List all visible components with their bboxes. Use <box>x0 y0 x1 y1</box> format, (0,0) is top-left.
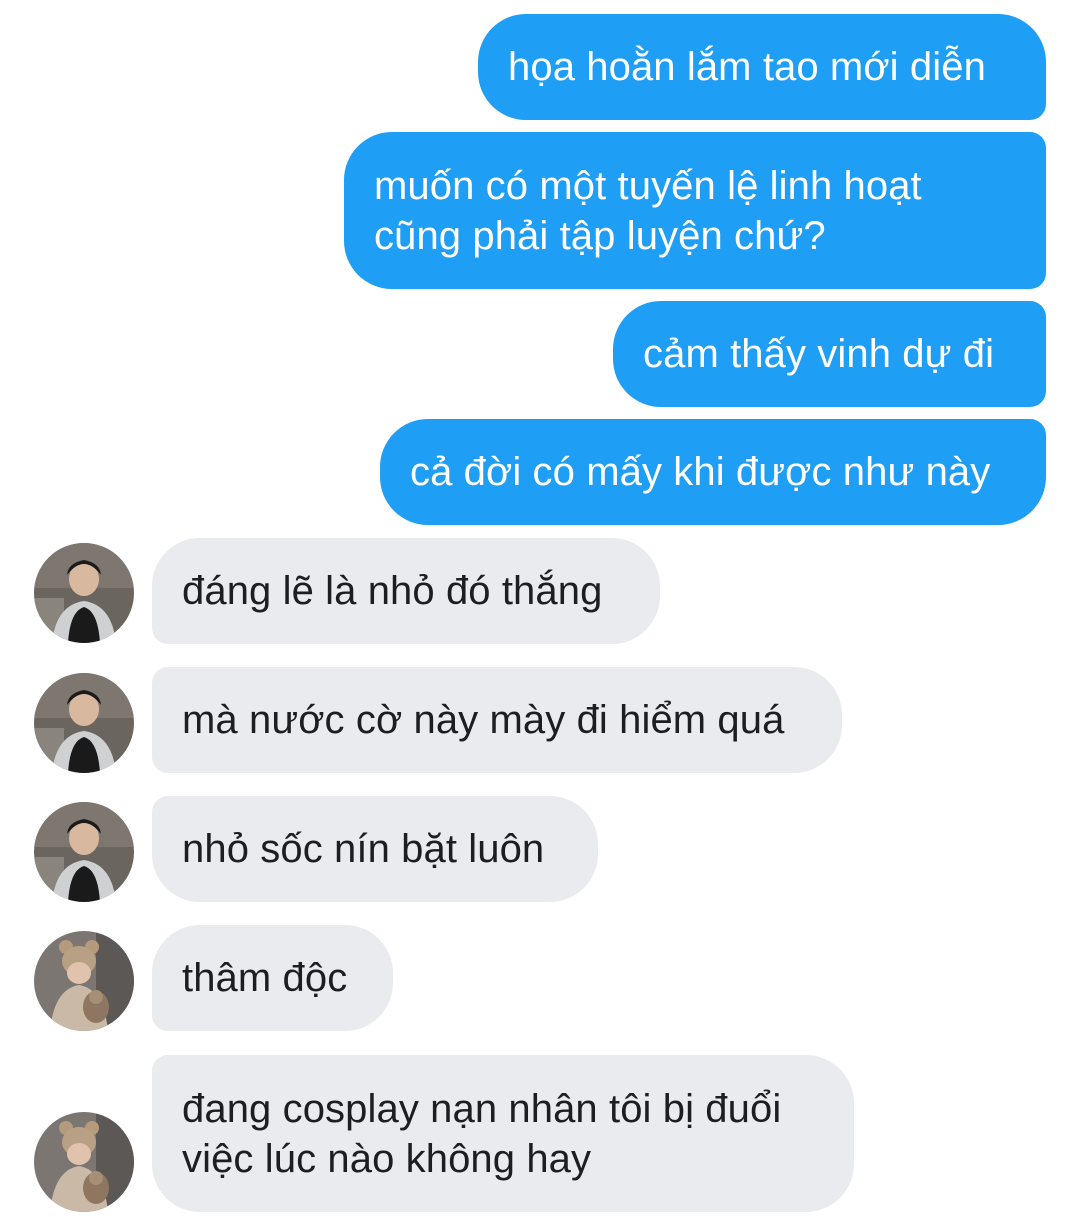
sent-message-bubble[interactable]: họa hoằn lắm tao mới diễn <box>478 14 1046 120</box>
avatar-boy-photo[interactable] <box>34 802 134 902</box>
sent-message-bubble[interactable]: cảm thấy vinh dự đi <box>613 301 1046 407</box>
avatar-boy-photo[interactable] <box>34 543 134 643</box>
sent-message-bubble[interactable]: muốn có một tuyến lệ linh hoạt cũng phải… <box>344 132 1046 289</box>
avatar-bear-hat-photo[interactable] <box>34 1112 134 1212</box>
received-message-bubble[interactable]: nhỏ sốc nín bặt luôn <box>152 796 598 902</box>
received-message-bubble[interactable]: thâm độc <box>152 925 393 1031</box>
avatar-boy-photo[interactable] <box>34 673 134 773</box>
sent-message-bubble[interactable]: cả đời có mấy khi được như này <box>380 419 1046 525</box>
avatar-bear-hat-photo[interactable] <box>34 931 134 1031</box>
avatar-bear-hat-image <box>34 931 134 1031</box>
received-message-bubble[interactable]: đang cosplay nạn nhân tôi bị đuổi việc l… <box>152 1055 854 1212</box>
received-message-bubble[interactable]: mà nước cờ này mày đi hiểm quá <box>152 667 842 773</box>
avatar-bear-hat-image <box>34 1112 134 1212</box>
avatar-boy-image <box>34 673 134 773</box>
avatar-boy-image <box>34 802 134 902</box>
received-message-bubble[interactable]: đáng lẽ là nhỏ đó thắng <box>152 538 660 644</box>
avatar-boy-image <box>34 543 134 643</box>
